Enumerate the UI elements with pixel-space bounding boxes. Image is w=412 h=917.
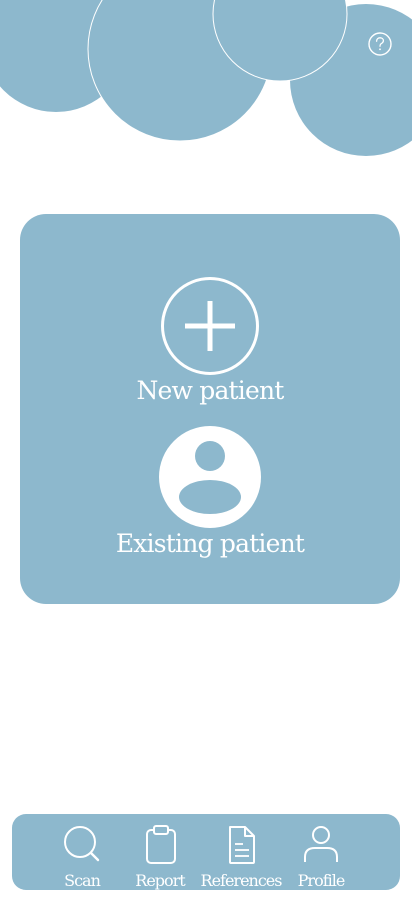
nav-item-profile[interactable]: Profile: [278, 824, 364, 890]
new-patient-label: New patient: [136, 376, 284, 405]
plus-circle-icon: [161, 277, 259, 375]
header-bubbles: [0, 0, 412, 156]
search-icon: [64, 826, 100, 862]
bottom-navigation: Scan Report References Profile: [12, 814, 400, 890]
nav-label-profile: Profile: [297, 871, 346, 890]
help-button[interactable]: [367, 31, 393, 57]
clipboard-icon: [146, 825, 176, 864]
user-icon: [304, 826, 338, 862]
question-circle-icon: [368, 32, 392, 56]
nav-item-references[interactable]: References: [198, 824, 284, 890]
user-avatar-icon: [159, 426, 261, 528]
nav-item-report[interactable]: Report: [117, 824, 203, 890]
nav-label-references: References: [200, 871, 283, 890]
document-icon: [229, 826, 255, 864]
nav-item-scan[interactable]: Scan: [39, 824, 125, 890]
new-patient-button[interactable]: New patient: [20, 276, 400, 406]
existing-patient-button[interactable]: Existing patient: [20, 425, 400, 559]
patient-selection-card: New patient Existing patient: [20, 214, 400, 604]
existing-patient-label: Existing patient: [115, 529, 305, 558]
nav-label-report: Report: [135, 871, 185, 890]
nav-label-scan: Scan: [64, 871, 101, 890]
